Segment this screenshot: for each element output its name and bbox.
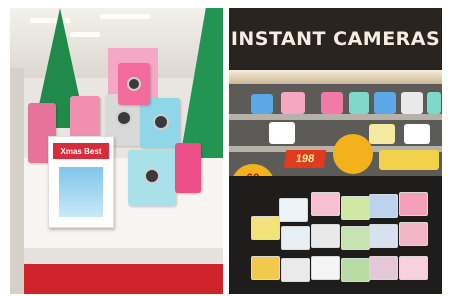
instant-camera <box>269 122 295 144</box>
film-pack <box>341 226 370 250</box>
instant-camera <box>321 92 343 114</box>
instant-camera <box>281 92 305 114</box>
film-pack <box>399 192 428 216</box>
shelf-rail <box>229 114 442 120</box>
camera-box <box>175 143 201 193</box>
instant-camera <box>349 92 369 114</box>
camera-box <box>70 96 100 138</box>
promo-sign-text: Xmas Best <box>53 143 109 159</box>
instant-camera <box>404 124 430 144</box>
camera-box <box>118 63 150 105</box>
shelf-light <box>229 70 442 84</box>
instant-camera <box>369 124 395 144</box>
film-pack <box>311 256 340 280</box>
film-pack <box>369 256 398 280</box>
film-pack <box>251 256 280 280</box>
price-disc <box>333 134 373 174</box>
display-table-base <box>24 264 223 294</box>
ceiling-light <box>100 14 150 19</box>
film-pack <box>281 258 310 282</box>
camera-lens-icon <box>144 168 160 184</box>
promo-sign-image <box>59 167 103 217</box>
camera-lens-icon <box>116 110 132 126</box>
header-sign: INSTANT CAMERAS <box>229 8 442 70</box>
camera-lens-icon <box>153 114 169 130</box>
ceiling-light <box>30 18 70 23</box>
film-pack <box>251 216 280 240</box>
film-pack <box>369 194 398 218</box>
camera-box <box>128 150 176 206</box>
instant-camera <box>401 92 423 114</box>
film-pack <box>399 256 428 280</box>
film-pack <box>279 198 308 222</box>
lower-wall <box>229 176 442 294</box>
instant-camera <box>374 92 396 114</box>
camera-box <box>140 98 180 148</box>
film-pack <box>311 192 340 216</box>
upper-shelf: 198 <box>229 84 442 176</box>
camera-lens-icon <box>127 77 141 91</box>
film-pack <box>399 222 428 246</box>
film-pack <box>311 224 340 248</box>
header-sign-text: INSTANT CAMERAS <box>230 28 441 50</box>
camera-wall-photo: INSTANT CAMERAS 198 60 <box>229 8 442 294</box>
promo-sign-card: Xmas Best <box>48 136 114 228</box>
store-display-photo: Xmas Best <box>10 8 223 294</box>
promo-strip <box>379 150 439 170</box>
film-pack <box>341 258 370 282</box>
instant-camera <box>427 92 441 114</box>
price-tag: 198 <box>283 150 327 168</box>
ceiling-light <box>70 32 100 37</box>
film-pack <box>281 226 310 250</box>
store-pillar <box>10 68 24 294</box>
film-pack <box>341 196 370 220</box>
film-pack <box>369 224 398 248</box>
instant-camera <box>251 94 273 114</box>
